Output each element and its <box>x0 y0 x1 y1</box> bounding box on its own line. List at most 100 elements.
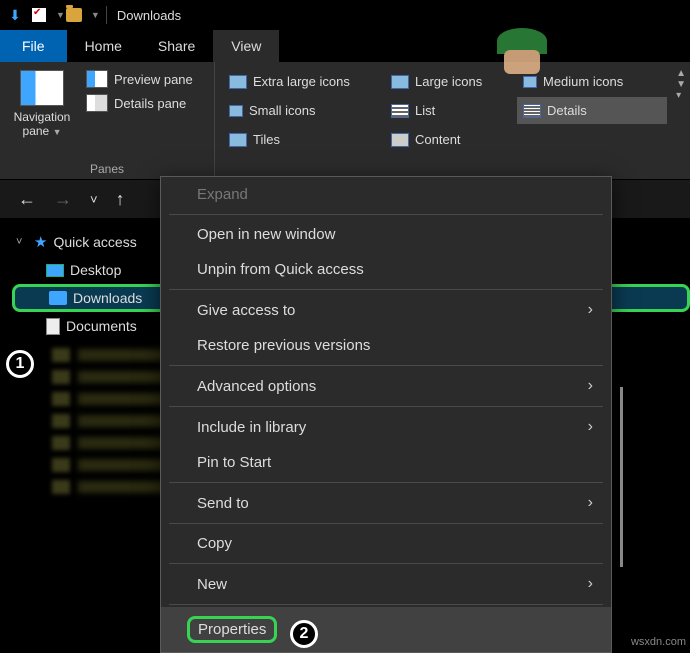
ribbon-group-layout: Extra large icons Large icons Medium ico… <box>215 62 690 179</box>
ctx-advanced-options[interactable]: Advanced options › <box>161 368 611 404</box>
layout-label: Content <box>415 132 461 147</box>
desktop-icon <box>46 264 64 277</box>
ctx-label: Unpin from Quick access <box>197 261 364 278</box>
ribbon-tabs: File Home Share View <box>0 30 690 62</box>
ctx-separator <box>169 289 603 290</box>
tab-share[interactable]: Share <box>140 30 213 62</box>
chevron-down-icon: ▼ <box>53 127 62 137</box>
navigation-pane-icon <box>20 70 64 106</box>
chevron-right-icon: › <box>588 418 593 436</box>
content-icon <box>391 133 409 147</box>
ctx-properties[interactable]: Properties <box>161 607 611 652</box>
ctx-restore-previous[interactable]: Restore previous versions <box>161 328 611 363</box>
chevron-right-icon: › <box>588 301 593 319</box>
ctx-label: Restore previous versions <box>197 337 370 354</box>
ctx-label: Give access to <box>197 302 295 319</box>
title-bar: ⬇ ▼ ▼ Downloads <box>0 0 690 30</box>
large-icon <box>391 75 409 89</box>
navigation-pane-button[interactable]: Navigation pane ▼ <box>6 68 78 159</box>
ctx-separator <box>169 365 603 366</box>
tree-label: Quick access <box>53 234 136 250</box>
layout-details[interactable]: Details <box>517 97 667 124</box>
layout-small-icons[interactable]: Small icons <box>223 97 383 124</box>
ctx-label: Advanced options <box>197 378 316 395</box>
forward-button[interactable]: → <box>54 189 72 210</box>
downloads-folder-icon <box>49 291 67 305</box>
ribbon-group-panes: Navigation pane ▼ Preview pane Details p… <box>0 62 215 179</box>
downloads-arrow-icon: ⬇ <box>6 6 24 24</box>
documents-icon <box>46 318 60 335</box>
chevron-down-icon: ˅ <box>16 236 28 248</box>
preview-pane-label: Preview pane <box>114 72 193 87</box>
qat-dropdown-icon[interactable]: ▼ <box>56 10 65 20</box>
layout-label: Tiles <box>253 132 280 147</box>
layout-label: List <box>415 103 435 118</box>
layout-label: Medium icons <box>543 74 623 89</box>
tiles-icon <box>229 133 247 147</box>
chevron-right-icon: › <box>588 494 593 512</box>
layout-label: Details <box>547 103 587 118</box>
preview-pane-button[interactable]: Preview pane <box>86 70 208 88</box>
ctx-separator <box>169 482 603 483</box>
list-icon <box>391 104 409 118</box>
tab-file[interactable]: File <box>0 30 67 62</box>
ctx-unpin-quick-access[interactable]: Unpin from Quick access <box>161 252 611 287</box>
ctx-label: Include in library <box>197 419 306 436</box>
extra-large-icon <box>229 75 247 89</box>
ctx-separator <box>169 604 603 605</box>
ctx-label: Send to <box>197 495 249 512</box>
details-pane-label: Details pane <box>114 96 186 111</box>
ctx-label: New <box>197 576 227 593</box>
layout-content[interactable]: Content <box>385 126 515 153</box>
medium-icon <box>523 76 537 88</box>
save-check-icon <box>30 6 48 24</box>
up-button[interactable]: ↑ <box>116 189 125 210</box>
tree-label: Desktop <box>70 262 121 278</box>
chevron-right-icon: › <box>588 575 593 593</box>
ctx-label: Expand <box>197 186 248 203</box>
annotation-1: 1 <box>6 350 34 378</box>
chevron-right-icon: › <box>588 377 593 395</box>
layout-scroll-arrows[interactable]: ▲▼▾ <box>676 68 686 101</box>
ctx-separator <box>169 406 603 407</box>
star-icon: ★ <box>34 233 47 251</box>
titlebar-separator <box>106 6 107 24</box>
context-menu: Expand Open in new window Unpin from Qui… <box>160 176 612 653</box>
small-icon <box>229 105 243 117</box>
back-button[interactable]: ← <box>18 189 36 210</box>
layout-list[interactable]: List <box>385 97 515 124</box>
ctx-separator <box>169 563 603 564</box>
ctx-pin-to-start[interactable]: Pin to Start <box>161 445 611 480</box>
layout-large-icons[interactable]: Large icons <box>385 68 515 95</box>
details-pane-icon <box>86 94 108 112</box>
ctx-give-access-to[interactable]: Give access to › <box>161 292 611 328</box>
navigation-pane-label: Navigation pane <box>14 110 71 138</box>
watermark: wsxdn.com <box>631 636 686 648</box>
ctx-label: Copy <box>197 535 232 552</box>
folder-dropdown-icon[interactable]: ▼ <box>91 10 100 20</box>
details-icon <box>523 104 541 118</box>
ctx-open-new-window[interactable]: Open in new window <box>161 217 611 252</box>
ctx-include-library[interactable]: Include in library › <box>161 409 611 445</box>
annotation-2: 2 <box>290 620 318 648</box>
tree-label: Documents <box>66 318 137 334</box>
layout-medium-icons[interactable]: Medium icons <box>517 68 667 95</box>
context-menu-scrollbar[interactable] <box>620 387 623 567</box>
history-dropdown[interactable]: ˅ <box>90 192 98 207</box>
folder-icon <box>65 6 83 24</box>
preview-pane-icon <box>86 70 108 88</box>
tree-label: Downloads <box>73 290 142 306</box>
ctx-separator <box>169 523 603 524</box>
details-pane-button[interactable]: Details pane <box>86 94 208 112</box>
ctx-label: Open in new window <box>197 226 335 243</box>
ctx-new[interactable]: New › <box>161 566 611 602</box>
layout-extra-large-icons[interactable]: Extra large icons <box>223 68 383 95</box>
tab-view[interactable]: View <box>213 30 279 62</box>
ctx-label: Properties <box>187 616 277 643</box>
window-title: Downloads <box>117 8 181 23</box>
layout-tiles[interactable]: Tiles <box>223 126 383 153</box>
ctx-copy[interactable]: Copy <box>161 526 611 561</box>
ctx-send-to[interactable]: Send to › <box>161 485 611 521</box>
layout-label: Large icons <box>415 74 482 89</box>
tab-home[interactable]: Home <box>67 30 140 62</box>
